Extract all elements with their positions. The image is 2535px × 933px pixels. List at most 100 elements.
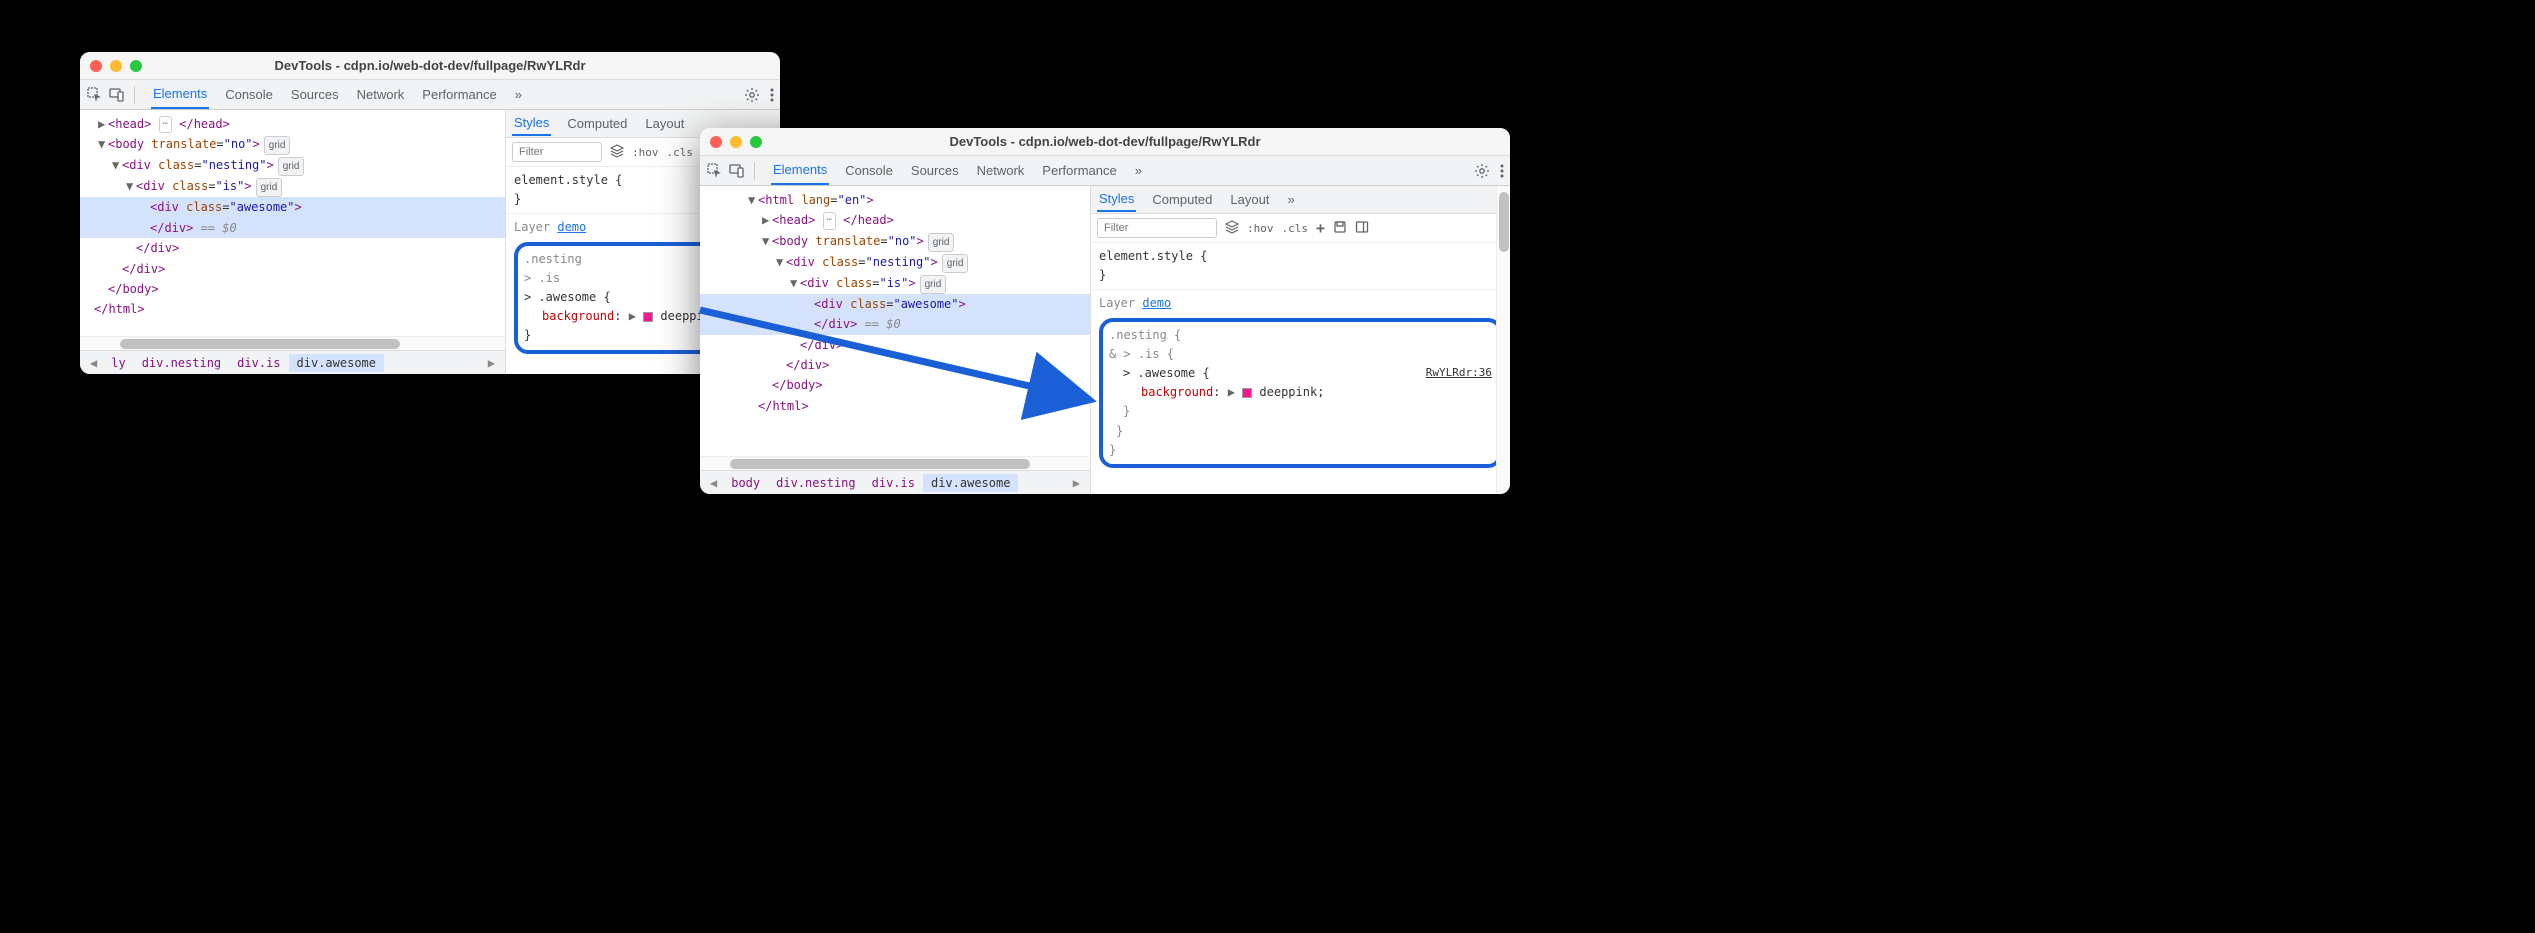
expand-icon[interactable]: ▼ [112,155,122,175]
tab-console[interactable]: Console [843,157,895,184]
hov-button[interactable]: :hov [1247,222,1274,235]
breadcrumb-item[interactable]: body [723,474,768,492]
close-dot[interactable] [710,136,722,148]
dom-line[interactable]: ▼<div class="nesting">grid [80,155,505,176]
layers-icon[interactable] [1225,220,1239,237]
zoom-dot[interactable] [750,136,762,148]
dom-line[interactable]: </body> [700,375,1090,395]
styles-body[interactable]: element.style { } Layer demo .nesting { … [1091,243,1510,494]
dom-line[interactable]: ▼<div class="nesting">grid [700,252,1090,273]
tab-elements[interactable]: Elements [151,80,209,109]
color-swatch[interactable] [643,312,653,322]
zoom-dot[interactable] [130,60,142,72]
dom-line-selected[interactable]: </div> == $0 [80,218,505,238]
dom-line[interactable]: ▼<body translate="no">grid [700,231,1090,252]
dom-line[interactable]: ▼<div class="is">grid [700,273,1090,294]
dom-line[interactable]: ▼<html lang="en"> [700,190,1090,210]
filter-input[interactable] [512,142,602,162]
selector-open[interactable]: RwYLRdr:36 > .awesome { [1109,364,1492,383]
tab-sources[interactable]: Sources [289,81,341,108]
expand-icon[interactable]: ▶ [98,114,108,134]
expand-icon[interactable]: ▼ [126,176,136,196]
dom-tree[interactable]: ▼<html lang="en"> ▶<head> ⋯ </head> ▼<bo… [700,186,1090,456]
chevron-right-icon[interactable]: ▶ [1067,476,1086,490]
scroll-track[interactable] [80,336,505,350]
tab-elements[interactable]: Elements [771,156,829,185]
element-style-rule[interactable]: element.style { } [1099,247,1502,285]
dom-line[interactable]: </div> [80,259,505,279]
dom-line[interactable]: ▶<head> ⋯ </head> [80,114,505,134]
chevron-left-icon[interactable]: ◀ [84,356,103,370]
dom-line[interactable]: ▶<head> ⋯ </head> [700,210,1090,230]
breadcrumb-item[interactable]: div.is [864,474,923,492]
layers-icon[interactable] [610,144,624,161]
chevron-left-icon[interactable]: ◀ [704,476,723,490]
plus-icon[interactable]: + [1316,219,1325,237]
dom-line[interactable]: </html> [80,299,505,319]
expand-icon[interactable]: ▼ [776,252,786,272]
expand-icon[interactable]: ▼ [762,231,772,251]
panel-icon[interactable] [1355,220,1369,237]
css-declaration[interactable]: background: ▶ deeppink; [1109,383,1492,402]
tab-styles[interactable]: Styles [512,111,551,136]
hov-button[interactable]: :hov [632,146,659,159]
scrollbar-v[interactable] [1496,186,1510,494]
expand-icon[interactable]: ▼ [98,134,108,154]
ellipsis-badge[interactable]: ⋯ [823,212,836,229]
dom-line[interactable]: </html> [700,396,1090,416]
tab-console[interactable]: Console [223,81,275,108]
expand-icon[interactable]: ▼ [748,190,758,210]
cls-button[interactable]: .cls [667,146,694,159]
inspect-icon[interactable] [706,162,724,180]
scroll-thumb[interactable] [730,459,1030,469]
breadcrumb-item[interactable]: div.nesting [134,354,229,372]
tab-styles[interactable]: Styles [1097,187,1136,212]
dom-line[interactable]: </div> [80,238,505,258]
tab-performance[interactable]: Performance [420,81,498,108]
dom-line-selected[interactable]: <div class="awesome"> [700,294,1090,314]
tab-sources[interactable]: Sources [909,157,961,184]
tab-layout[interactable]: Layout [1228,188,1271,211]
dom-line-selected[interactable]: </div> == $0 [700,314,1090,334]
tab-performance[interactable]: Performance [1040,157,1118,184]
tab-network[interactable]: Network [975,157,1027,184]
grid-badge[interactable]: grid [920,275,947,294]
inspect-icon[interactable] [86,86,104,104]
filter-input[interactable] [1097,218,1217,238]
dom-line[interactable]: </div> [700,355,1090,375]
grid-badge[interactable]: grid [278,157,305,176]
tab-computed[interactable]: Computed [565,112,629,135]
ellipsis-badge[interactable]: ⋯ [159,116,172,133]
breadcrumb-item[interactable]: div.is [229,354,288,372]
expand-icon[interactable]: ▼ [790,273,800,293]
settings-icon[interactable] [744,87,760,103]
dom-line[interactable]: ▼<body translate="no">grid [80,134,505,155]
dom-tree[interactable]: ▶<head> ⋯ </head> ▼<body translate="no">… [80,110,505,336]
tab-more[interactable]: » [1133,157,1144,184]
grid-badge[interactable]: grid [264,136,291,155]
color-swatch[interactable] [1242,388,1252,398]
dom-line[interactable]: </div> [700,335,1090,355]
close-dot[interactable] [90,60,102,72]
dom-line[interactable]: ▼<div class="is">grid [80,176,505,197]
tab-network[interactable]: Network [355,81,407,108]
tab-layout[interactable]: Layout [643,112,686,135]
selector[interactable]: .nesting { [1109,326,1492,345]
kebab-icon[interactable] [1500,164,1504,178]
device-toggle-icon[interactable] [108,86,126,104]
settings-icon[interactable] [1474,163,1490,179]
minimize-dot[interactable] [730,136,742,148]
kebab-icon[interactable] [770,88,774,102]
cls-button[interactable]: .cls [1282,222,1309,235]
breadcrumb-item-selected[interactable]: div.awesome [289,354,384,372]
save-icon[interactable] [1333,220,1347,237]
layer-link[interactable]: demo [1142,296,1171,310]
minimize-dot[interactable] [110,60,122,72]
dom-line-selected[interactable]: <div class="awesome"> [80,197,505,217]
breadcrumb-item[interactable]: div.nesting [768,474,863,492]
source-link[interactable]: RwYLRdr:36 [1426,364,1492,382]
selector[interactable]: & > .is { [1109,345,1492,364]
grid-badge[interactable]: grid [256,178,283,197]
layer-link[interactable]: demo [557,220,586,234]
tab-more[interactable]: » [1285,188,1296,211]
